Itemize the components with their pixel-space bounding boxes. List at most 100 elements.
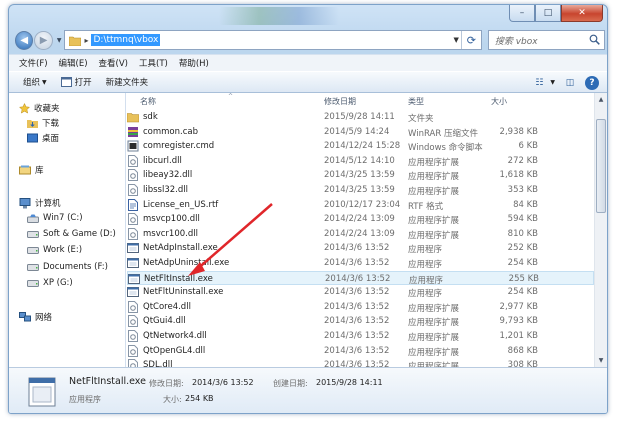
details-pane: NetFltInstall.exe 修改日期: 2014/3/6 13:52 创… <box>9 367 607 413</box>
close-button[interactable]: ✕ <box>561 5 603 22</box>
file-type: 应用程序 <box>408 245 443 256</box>
script-icon <box>127 140 139 152</box>
back-button[interactable]: ◀ <box>15 30 34 50</box>
scrollbar-thumb[interactable] <box>596 119 606 213</box>
menu-view[interactable]: 查看(V) <box>99 57 128 69</box>
nav-drive-f[interactable]: Documents (F:) <box>27 262 108 272</box>
dll-icon <box>127 330 139 342</box>
dll-icon <box>127 315 139 328</box>
nav-drive-c[interactable]: Win7 (C:) <box>27 213 83 223</box>
file-row[interactable]: common.cab 2014/5/9 14:24 WinRAR 压缩文件 2,938… <box>127 125 594 140</box>
file-size: 308 KB <box>507 360 538 367</box>
recent-pages-dropdown[interactable]: ▼ <box>57 37 62 44</box>
menu-help[interactable]: 帮助(H) <box>179 57 209 69</box>
nav-drive-e[interactable]: Work (E:) <box>27 245 82 255</box>
nav-favorites[interactable]: 收藏夹 <box>19 102 60 114</box>
column-name[interactable]: 名称 <box>140 96 156 107</box>
file-row[interactable]: SDL.dll 2014/3/6 13:52 应用程序扩展 308 KB <box>127 358 594 367</box>
menu-file[interactable]: 文件(F) <box>19 57 48 69</box>
file-row[interactable]: QtNetwork4.dll 2014/3/6 13:52 应用程序扩展 1,201 … <box>127 329 594 344</box>
file-row[interactable]: msvcp100.dll 2014/2/24 13:09 应用程序扩展 594 KB <box>127 212 594 227</box>
file-row[interactable]: QtCore4.dll 2014/3/6 13:52 应用程序扩展 2,977 KB <box>127 300 594 315</box>
organize-button[interactable]: 组织 ▼ <box>23 76 47 88</box>
scroll-down-icon[interactable]: ▼ <box>595 354 607 367</box>
file-row[interactable]: QtOpenGL4.dll 2014/3/6 13:52 应用程序扩展 868 KB <box>127 344 594 359</box>
file-row[interactable]: NetAdpUninstall.exe 2014/3/6 13:52 应用程序 254… <box>127 256 594 271</box>
nav-computer[interactable]: 计算机 <box>19 197 61 209</box>
file-type: 应用程序 <box>408 289 443 300</box>
dll-icon <box>127 213 139 226</box>
file-date: 2014/3/6 13:52 <box>324 331 390 341</box>
nav-drive-d-label: Soft & Game (D:) <box>43 229 116 239</box>
file-date: 2014/2/24 13:09 <box>324 228 395 239</box>
maximize-button[interactable]: □ <box>535 5 561 22</box>
preview-pane-icon[interactable]: ◫ <box>561 75 579 90</box>
exe-icon <box>127 257 139 269</box>
file-date: 2015/9/28 14:11 <box>324 112 395 122</box>
file-row[interactable]: QtGui4.dll 2014/3/6 13:52 应用程序扩展 9,793 KB <box>127 314 594 329</box>
nav-downloads[interactable]: 下载 <box>27 117 59 129</box>
file-date: 2014/2/24 13:09 <box>324 214 395 225</box>
forward-button[interactable]: ▶ <box>34 30 53 50</box>
file-name: msvcp100.dll <box>143 214 200 225</box>
file-type: 应用程序扩展 <box>408 230 460 241</box>
address-path[interactable]: D:\ttmnq\vbox <box>91 34 161 46</box>
file-row[interactable]: msvcr100.dll 2014/2/24 13:09 应用程序扩展 810 KB <box>127 227 594 242</box>
file-row[interactable]: libcurl.dll 2014/5/12 14:10 应用程序扩展 272 KB <box>127 154 594 169</box>
menu-tools[interactable]: 工具(T) <box>139 57 168 69</box>
nav-desktop[interactable]: 桌面 <box>27 132 59 144</box>
file-type: 应用程序扩展 <box>408 172 460 183</box>
nav-computer-label: 计算机 <box>35 199 61 209</box>
address-dropdown-icon[interactable]: ▼ <box>453 36 458 44</box>
file-row[interactable]: comregister.cmd 2014/12/24 15:28 Windows 命… <box>127 139 594 154</box>
address-bar[interactable]: ▸ D:\ttmnq\vbox ▼ ⟳ <box>64 30 482 50</box>
blurred-title-area <box>219 7 339 25</box>
refresh-button[interactable]: ⟳ <box>460 31 481 49</box>
file-name: License_en_US.rtf <box>143 199 219 210</box>
file-date: 2014/12/24 15:28 <box>324 141 401 152</box>
file-size: 272 KB <box>507 155 538 166</box>
file-type: RTF 格式 <box>408 201 444 212</box>
file-date: 2010/12/17 23:04 <box>324 199 401 210</box>
drive-icon <box>27 279 39 287</box>
scroll-up-icon[interactable]: ▲ <box>595 93 607 106</box>
file-row[interactable]: License_en_US.rtf 2010/12/17 23:04 RTF 格式 8… <box>127 198 594 213</box>
new-folder-label: 新建文件夹 <box>105 78 149 88</box>
dll-icon <box>127 227 139 240</box>
menu-edit[interactable]: 编辑(E) <box>59 57 88 69</box>
search-icon[interactable] <box>589 34 600 45</box>
nav-drive-d[interactable]: Soft & Game (D:) <box>27 229 116 239</box>
view-options-icon[interactable]: ☷ <box>530 75 548 90</box>
nav-drive-g[interactable]: XP (G:) <box>27 278 73 288</box>
file-size: 1,618 KB <box>499 170 538 181</box>
file-date: 2014/3/6 13:52 <box>324 243 390 254</box>
file-row[interactable]: sdk 2015/9/28 14:11 文件夹 <box>127 110 594 125</box>
file-date: 2014/3/25 13:59 <box>324 185 395 195</box>
column-type[interactable]: 类型 <box>408 96 424 107</box>
file-row[interactable]: NetFltUninstall.exe 2014/3/6 13:52 应用程序 254… <box>127 285 594 300</box>
nav-network[interactable]: 网络 <box>19 311 52 323</box>
file-size: 84 KB <box>513 199 538 210</box>
open-button[interactable]: 打开 <box>60 76 92 88</box>
minimize-button[interactable]: – <box>509 5 535 22</box>
file-date: 2014/3/6 13:52 <box>324 360 390 367</box>
breadcrumb-separator-icon: ▸ <box>84 35 89 45</box>
dll-icon <box>127 154 139 167</box>
search-box[interactable]: 搜索 vbox <box>487 30 605 50</box>
new-folder-button[interactable]: 新建文件夹 <box>106 76 149 88</box>
file-row[interactable]: libeay32.dll 2014/3/25 13:59 应用程序扩展 1,618 K… <box>127 168 594 183</box>
column-date[interactable]: 修改日期 <box>324 96 356 107</box>
view-dropdown-icon[interactable]: ▼ <box>550 79 555 86</box>
column-size[interactable]: 大小 <box>491 96 507 107</box>
nav-libraries[interactable]: 库 <box>19 164 44 176</box>
vertical-scrollbar[interactable]: ▲ ▼ <box>594 93 607 367</box>
help-icon[interactable]: ? <box>585 75 599 90</box>
file-row[interactable]: NetFltInstall.exe 2014/3/6 13:52 应用程序 255 K… <box>127 270 594 286</box>
file-name: msvcr100.dll <box>143 228 198 239</box>
file-type: 应用程序 <box>409 275 444 286</box>
file-name: libcurl.dll <box>143 155 182 166</box>
file-date: 2014/3/6 13:52 <box>324 301 390 312</box>
file-row[interactable]: NetAdpInstall.exe 2014/3/6 13:52 应用程序 252 K… <box>127 241 594 256</box>
file-row[interactable]: libssl32.dll 2014/3/25 13:59 应用程序扩展 353 KB <box>127 183 594 198</box>
executable-icon <box>28 377 56 407</box>
